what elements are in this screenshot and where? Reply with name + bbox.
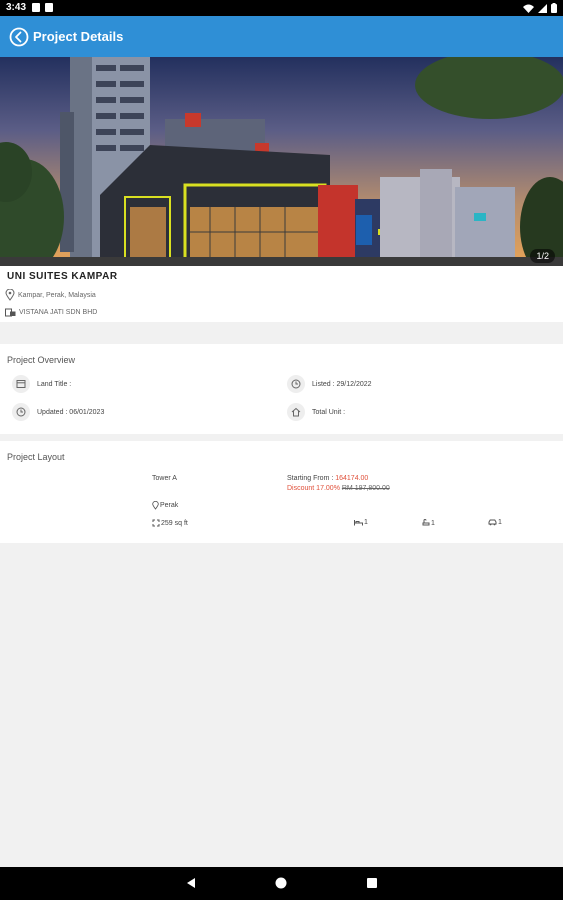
notification-icon (32, 3, 40, 12)
nav-back-icon[interactable] (185, 877, 197, 889)
total-unit-item: Total Unit : (287, 403, 345, 421)
starting-from-label: Starting From : (287, 475, 336, 482)
clock-icon (12, 403, 30, 421)
location-text: Kampar, Perak, Malaysia (18, 291, 96, 299)
project-layout-section: Project Layout Tower A Starting From : 1… (0, 441, 563, 543)
size-row: 259 sq ft (152, 519, 188, 527)
page-title: Project Details (33, 29, 124, 44)
status-bar: 3:43 (0, 0, 563, 16)
starting-price: Starting From : 164174.00 (287, 475, 368, 482)
system-nav-bar (0, 867, 563, 900)
location-pin-icon (152, 501, 159, 510)
battery-icon (551, 3, 557, 13)
carpark-value: 1 (498, 519, 502, 526)
land-title-text: Land Title : (37, 380, 72, 388)
overview-title: Project Overview (7, 355, 76, 365)
area-icon (152, 519, 160, 527)
updated-item: Updated : 06/01/2023 (12, 403, 104, 421)
status-time: 3:43 (6, 2, 27, 13)
discount-label: Discount 17.00% (287, 485, 342, 492)
state-row: Perak (152, 501, 178, 510)
bedroom-count: 1 (354, 519, 368, 526)
clock-icon (287, 375, 305, 393)
discount-line: Discount 17.00% RM 197,800.00 (287, 485, 390, 492)
listed-item: Listed : 29/12/2022 (287, 375, 372, 393)
bath-icon (422, 519, 430, 526)
location-pin-icon (5, 289, 15, 301)
project-image-gallery[interactable]: 1/2 (0, 57, 563, 266)
updated-text: Updated : 06/01/2023 (37, 408, 105, 416)
calendar-icon (12, 375, 30, 393)
car-icon (488, 519, 497, 526)
developer-text: VISTANA JATI SDN BHD (19, 308, 98, 316)
developer-icon (5, 308, 16, 317)
total-unit-text: Total Unit : (312, 408, 346, 416)
tower-name: Tower A (152, 475, 177, 482)
listed-text: Listed : 29/12/2022 (312, 380, 372, 388)
project-overview-section: Project Overview Land Title : Listed : 2… (0, 344, 563, 434)
nav-home-icon[interactable] (275, 877, 287, 889)
bathroom-value: 1 (431, 519, 435, 527)
signal-icon (538, 3, 547, 13)
carpark-count: 1 (488, 519, 502, 526)
starting-price-value: 164174.00 (335, 475, 369, 482)
project-developer: VISTANA JATI SDN BHD (5, 307, 97, 317)
wifi-icon (523, 4, 534, 13)
nav-recents-icon[interactable] (366, 877, 378, 889)
original-price: RM 197,800.00 (341, 485, 390, 492)
project-name: UNI SUITES KAMPAR (7, 271, 118, 282)
home-icon (287, 403, 305, 421)
app-bar: Project Details (0, 16, 563, 57)
state-text: Perak (160, 502, 179, 509)
notification-icon (45, 3, 53, 12)
project-location: Kampar, Perak, Malaysia (5, 289, 96, 301)
bed-icon (354, 520, 363, 526)
project-building-image (0, 57, 563, 266)
bedroom-value: 1 (364, 519, 368, 526)
gallery-counter: 1/2 (530, 249, 555, 263)
project-info-card: UNI SUITES KAMPAR Kampar, Perak, Malaysi… (0, 266, 563, 322)
back-arrow-icon[interactable] (9, 27, 29, 47)
notification-icons (32, 3, 53, 12)
land-title-item: Land Title : (12, 375, 71, 393)
size-text: 259 sq ft (161, 519, 188, 527)
system-icons (523, 3, 557, 13)
layout-title: Project Layout (7, 452, 65, 462)
bathroom-count: 1 (422, 519, 435, 527)
